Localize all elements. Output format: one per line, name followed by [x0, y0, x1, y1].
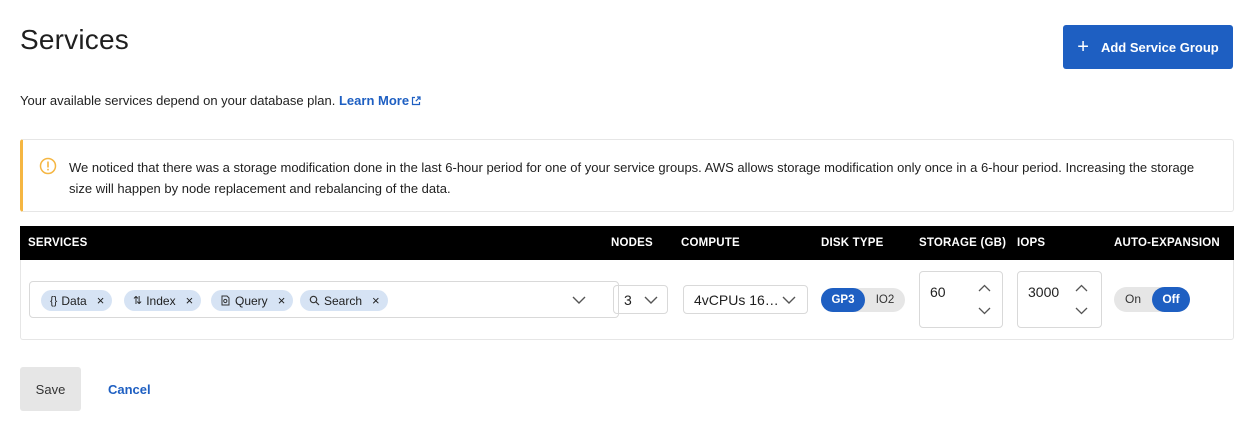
- remove-query-icon[interactable]: ×: [278, 293, 286, 308]
- table-row: {} Data × ⇅ Index × Query × Search × 3 4…: [20, 260, 1234, 340]
- column-storage: STORAGE (GB): [919, 237, 1007, 249]
- document-search-icon: [221, 295, 230, 306]
- chevron-down-icon[interactable]: [572, 296, 586, 305]
- auto-expansion-on[interactable]: On: [1114, 287, 1152, 312]
- auto-expansion-off[interactable]: Off: [1152, 287, 1190, 312]
- service-chip-query: Query ×: [211, 290, 294, 311]
- remove-index-icon[interactable]: ×: [186, 293, 194, 308]
- chevron-up-icon[interactable]: [1075, 284, 1088, 292]
- external-link-icon: [411, 96, 421, 106]
- sort-icon: ⇅: [133, 295, 143, 307]
- chevron-down-icon[interactable]: [978, 307, 991, 315]
- plus-icon: +: [1077, 36, 1089, 58]
- column-nodes: NODES: [611, 237, 653, 249]
- auto-expansion-toggle: On Off: [1114, 287, 1190, 312]
- remove-data-icon[interactable]: ×: [97, 293, 105, 308]
- disk-type-gp3[interactable]: GP3: [821, 288, 865, 312]
- chevron-down-icon[interactable]: [1075, 307, 1088, 315]
- add-service-group-label: Add Service Group: [1100, 39, 1219, 55]
- services-table-header: SERVICES NODES COMPUTE DISK TYPE STORAGE…: [20, 226, 1234, 260]
- column-compute: COMPUTE: [681, 237, 740, 249]
- add-service-group-button[interactable]: + Add Service Group: [1063, 25, 1233, 69]
- service-chip-index: ⇅ Index ×: [124, 290, 202, 311]
- compute-select[interactable]: 4vCPUs 16…: [683, 285, 808, 314]
- nodes-select[interactable]: 3: [613, 285, 668, 314]
- column-auto-expansion: AUTO-EXPANSION: [1114, 237, 1220, 249]
- service-chip-search: Search ×: [300, 290, 388, 311]
- storage-stepper[interactable]: 60: [919, 271, 1003, 328]
- braces-icon: {}: [50, 294, 58, 307]
- services-multiselect[interactable]: {} Data × ⇅ Index × Query × Search ×: [29, 281, 619, 318]
- description-text: Your available services depend on your d…: [20, 93, 336, 108]
- warning-text: We noticed that there was a storage modi…: [69, 160, 1195, 196]
- chevron-down-icon: [644, 296, 658, 304]
- services-description: Your available services depend on your d…: [20, 93, 421, 108]
- cancel-button[interactable]: Cancel: [108, 382, 151, 397]
- page-title: Services: [20, 24, 129, 55]
- disk-type-toggle: GP3 IO2: [821, 288, 905, 312]
- warning-icon: [39, 157, 57, 175]
- column-services: SERVICES: [28, 237, 88, 249]
- service-chip-data: {} Data ×: [41, 290, 113, 311]
- iops-stepper[interactable]: 3000: [1017, 271, 1102, 328]
- column-disk-type: DISK TYPE: [821, 237, 884, 249]
- column-iops: IOPS: [1017, 237, 1046, 249]
- storage-warning-banner: We noticed that there was a storage modi…: [20, 139, 1234, 212]
- save-button[interactable]: Save: [20, 367, 81, 411]
- magnifier-icon: [309, 295, 320, 306]
- chevron-up-icon[interactable]: [978, 284, 991, 292]
- learn-more-link[interactable]: Learn More: [339, 93, 421, 108]
- remove-search-icon[interactable]: ×: [372, 293, 380, 308]
- chevron-down-icon: [782, 296, 796, 304]
- disk-type-io2[interactable]: IO2: [865, 288, 905, 312]
